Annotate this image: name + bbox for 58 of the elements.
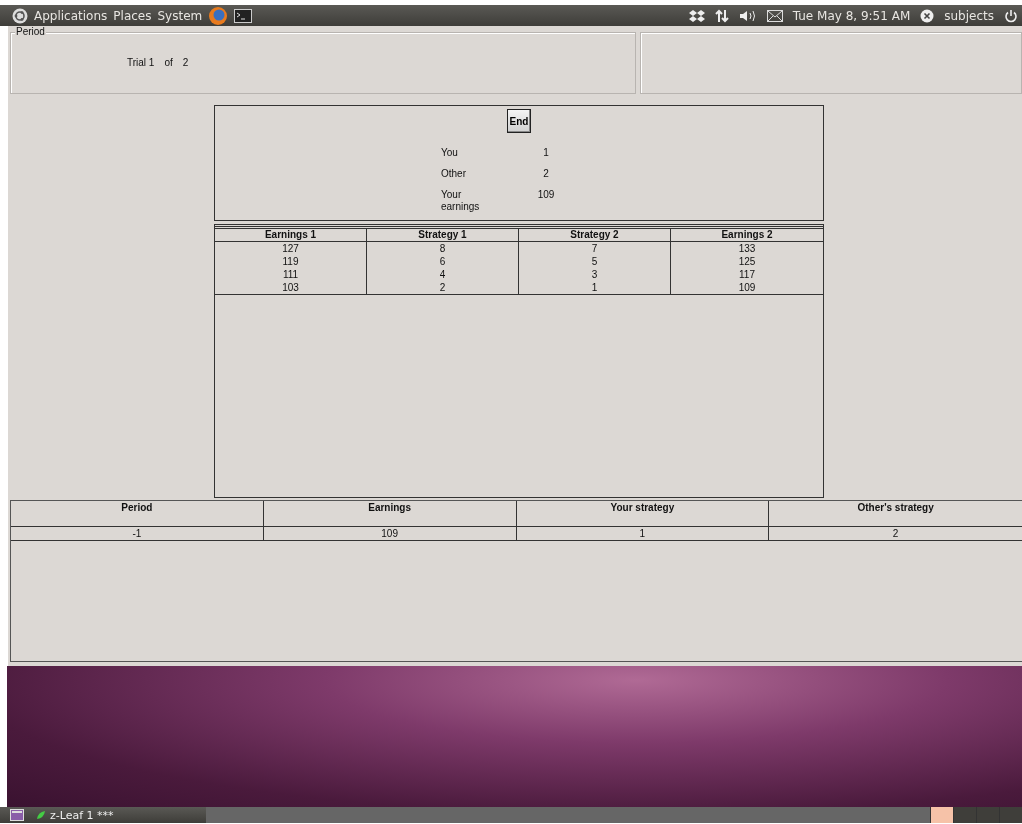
table-cell: 1 <box>519 281 671 295</box>
trial-total: 2 <box>182 57 189 68</box>
terminal-icon[interactable] <box>234 8 253 23</box>
user-name[interactable]: subjects <box>944 8 994 23</box>
table-cell-text: 133 <box>737 242 757 255</box>
table-cell: 8 <box>367 242 519 255</box>
column-header: Earnings 2 <box>671 228 823 242</box>
trial-label: Trial 1 <box>127 57 155 68</box>
mail-icon[interactable] <box>766 9 783 22</box>
power-icon[interactable] <box>1004 8 1018 23</box>
column-header: Earnings <box>263 501 517 527</box>
field-label: You <box>441 147 459 159</box>
column-header: Other's strategy <box>769 501 1022 527</box>
field-value: 109 <box>536 189 556 202</box>
table-cell: 1 <box>516 527 770 541</box>
table-cell: 2 <box>367 281 519 295</box>
field-label: Your earnings <box>441 189 481 213</box>
table-cell: 6 <box>367 255 519 268</box>
menu-item[interactable]: System <box>157 8 203 23</box>
network-arrows-icon[interactable] <box>714 8 729 23</box>
leaf-icon <box>36 810 46 820</box>
table-cell-text: 125 <box>737 255 757 268</box>
panel-title: Period <box>15 26 46 37</box>
field-value: 1 <box>542 147 550 159</box>
column-header: Strategy 1 <box>367 228 519 242</box>
of-label: of <box>164 57 173 68</box>
column-header: Strategy 2 <box>519 228 671 242</box>
column-header: Period <box>11 501 264 527</box>
table-cell-text: 117 <box>738 268 756 281</box>
table-cell: 5 <box>519 255 671 268</box>
volume-icon[interactable] <box>738 8 757 23</box>
field-label: Other <box>441 168 467 180</box>
field-value: 2 <box>542 168 550 180</box>
table-cell: 2 <box>769 527 1022 541</box>
table-cell: 109 <box>263 527 517 541</box>
menu-item[interactable]: Applications <box>34 8 108 23</box>
workspace-switcher[interactable] <box>953 807 976 823</box>
table-cell: 127 <box>215 242 367 255</box>
table-cell: 4 <box>367 268 519 281</box>
end-button[interactable]: End <box>506 109 532 133</box>
clock[interactable]: Tue May 8, 9:51 AM <box>792 8 911 23</box>
taskbar-item[interactable]: z-Leaf 1 *** <box>32 807 206 823</box>
workspace-switcher[interactable] <box>930 807 953 823</box>
workspace-switcher[interactable] <box>976 807 999 823</box>
table-cell: -1 <box>11 527 264 541</box>
show-desktop-icon[interactable] <box>10 809 24 821</box>
table-cell: 111 <box>215 268 367 281</box>
table-cell: 3 <box>519 268 671 281</box>
column-header: Earnings 1 <box>215 228 367 242</box>
menu-item[interactable]: Places <box>113 8 152 23</box>
table-cell: 7 <box>519 242 671 255</box>
workspace-switcher[interactable] <box>999 807 1022 823</box>
table-cell: 119 <box>215 255 367 268</box>
column-header: Your strategy <box>516 501 770 527</box>
browser-globe-icon[interactable] <box>208 5 229 26</box>
user-status-icon[interactable] <box>920 8 935 23</box>
table-cell: 103 <box>215 281 367 295</box>
table-cell: 109 <box>671 281 823 295</box>
